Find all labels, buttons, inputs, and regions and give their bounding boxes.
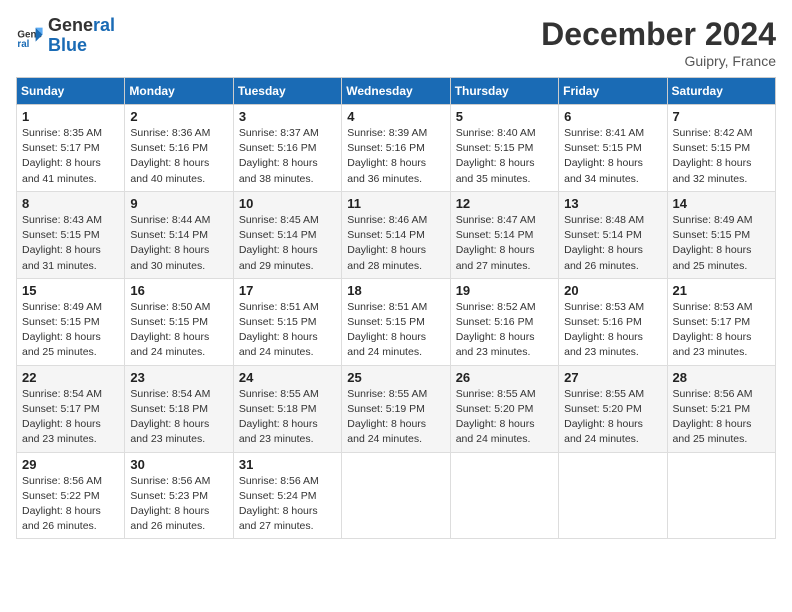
col-tuesday: Tuesday [233, 78, 341, 105]
list-item: 23 Sunrise: 8:54 AMSunset: 5:18 PMDaylig… [125, 365, 233, 452]
empty-cell [342, 452, 450, 539]
col-wednesday: Wednesday [342, 78, 450, 105]
svg-text:ral: ral [17, 39, 29, 50]
list-item: 6 Sunrise: 8:41 AMSunset: 5:15 PMDayligh… [559, 105, 667, 192]
list-item: 12 Sunrise: 8:47 AMSunset: 5:14 PMDaylig… [450, 191, 558, 278]
list-item: 17 Sunrise: 8:51 AMSunset: 5:15 PMDaylig… [233, 278, 341, 365]
calendar-header-row: Sunday Monday Tuesday Wednesday Thursday… [17, 78, 776, 105]
list-item: 27 Sunrise: 8:55 AMSunset: 5:20 PMDaylig… [559, 365, 667, 452]
empty-cell [450, 452, 558, 539]
list-item: 2 Sunrise: 8:36 AMSunset: 5:16 PMDayligh… [125, 105, 233, 192]
page-header: Gene ral GeneralBlue December 2024 Guipr… [16, 16, 776, 69]
location: Guipry, France [541, 53, 776, 69]
list-item: 22 Sunrise: 8:54 AMSunset: 5:17 PMDaylig… [17, 365, 125, 452]
list-item: 3 Sunrise: 8:37 AMSunset: 5:16 PMDayligh… [233, 105, 341, 192]
table-row: 8 Sunrise: 8:43 AMSunset: 5:15 PMDayligh… [17, 191, 776, 278]
list-item: 14 Sunrise: 8:49 AMSunset: 5:15 PMDaylig… [667, 191, 775, 278]
list-item: 25 Sunrise: 8:55 AMSunset: 5:19 PMDaylig… [342, 365, 450, 452]
list-item: 30 Sunrise: 8:56 AMSunset: 5:23 PMDaylig… [125, 452, 233, 539]
list-item: 24 Sunrise: 8:55 AMSunset: 5:18 PMDaylig… [233, 365, 341, 452]
list-item: 21 Sunrise: 8:53 AMSunset: 5:17 PMDaylig… [667, 278, 775, 365]
calendar-table: Sunday Monday Tuesday Wednesday Thursday… [16, 77, 776, 539]
list-item: 16 Sunrise: 8:50 AMSunset: 5:15 PMDaylig… [125, 278, 233, 365]
list-item: 31 Sunrise: 8:56 AMSunset: 5:24 PMDaylig… [233, 452, 341, 539]
col-monday: Monday [125, 78, 233, 105]
table-row: 29 Sunrise: 8:56 AMSunset: 5:22 PMDaylig… [17, 452, 776, 539]
list-item: 19 Sunrise: 8:52 AMSunset: 5:16 PMDaylig… [450, 278, 558, 365]
table-row: 15 Sunrise: 8:49 AMSunset: 5:15 PMDaylig… [17, 278, 776, 365]
empty-cell [559, 452, 667, 539]
list-item: 28 Sunrise: 8:56 AMSunset: 5:21 PMDaylig… [667, 365, 775, 452]
col-saturday: Saturday [667, 78, 775, 105]
month-title: December 2024 [541, 16, 776, 53]
list-item: 10 Sunrise: 8:45 AMSunset: 5:14 PMDaylig… [233, 191, 341, 278]
list-item: 15 Sunrise: 8:49 AMSunset: 5:15 PMDaylig… [17, 278, 125, 365]
table-row: 22 Sunrise: 8:54 AMSunset: 5:17 PMDaylig… [17, 365, 776, 452]
col-thursday: Thursday [450, 78, 558, 105]
list-item: 7 Sunrise: 8:42 AMSunset: 5:15 PMDayligh… [667, 105, 775, 192]
table-row: 1 Sunrise: 8:35 AMSunset: 5:17 PMDayligh… [17, 105, 776, 192]
list-item: 20 Sunrise: 8:53 AMSunset: 5:16 PMDaylig… [559, 278, 667, 365]
logo-text: GeneralBlue [48, 16, 115, 56]
list-item: 18 Sunrise: 8:51 AMSunset: 5:15 PMDaylig… [342, 278, 450, 365]
empty-cell [667, 452, 775, 539]
col-sunday: Sunday [17, 78, 125, 105]
list-item: 29 Sunrise: 8:56 AMSunset: 5:22 PMDaylig… [17, 452, 125, 539]
col-friday: Friday [559, 78, 667, 105]
list-item: 11 Sunrise: 8:46 AMSunset: 5:14 PMDaylig… [342, 191, 450, 278]
title-block: December 2024 Guipry, France [541, 16, 776, 69]
list-item: 1 Sunrise: 8:35 AMSunset: 5:17 PMDayligh… [17, 105, 125, 192]
list-item: 13 Sunrise: 8:48 AMSunset: 5:14 PMDaylig… [559, 191, 667, 278]
list-item: 9 Sunrise: 8:44 AMSunset: 5:14 PMDayligh… [125, 191, 233, 278]
list-item: 8 Sunrise: 8:43 AMSunset: 5:15 PMDayligh… [17, 191, 125, 278]
logo: Gene ral GeneralBlue [16, 16, 115, 56]
list-item: 4 Sunrise: 8:39 AMSunset: 5:16 PMDayligh… [342, 105, 450, 192]
list-item: 26 Sunrise: 8:55 AMSunset: 5:20 PMDaylig… [450, 365, 558, 452]
logo-icon: Gene ral [16, 22, 44, 50]
list-item: 5 Sunrise: 8:40 AMSunset: 5:15 PMDayligh… [450, 105, 558, 192]
